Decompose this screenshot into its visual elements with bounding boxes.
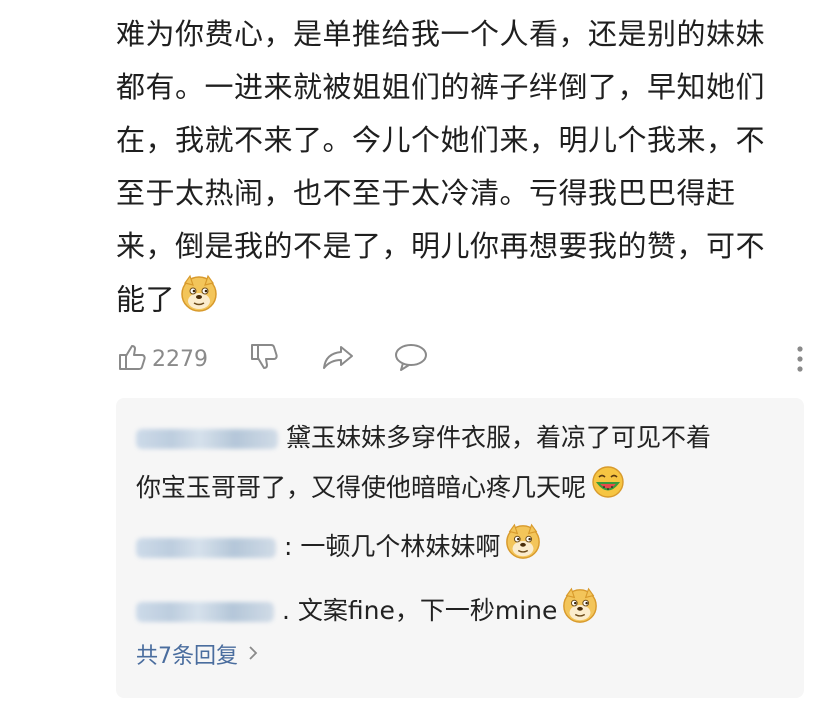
reply-text: : 一顿几个林妹妹啊 [284, 532, 501, 561]
post-line: 在，我就不来了。今儿个她们来，明儿个我来，不 [116, 123, 766, 157]
share-icon [321, 341, 355, 377]
post-line-text: 能了 [116, 282, 176, 317]
reply-item-continued: 你宝玉哥哥了，又得使他暗暗心疼几天呢 [136, 464, 626, 514]
reply-text: 你宝玉哥哥了，又得使他暗暗心疼几天呢 [136, 473, 587, 502]
action-bar: 2279 [116, 337, 806, 381]
blurred-username[interactable] [136, 602, 274, 622]
like-button[interactable]: 2279 [116, 337, 208, 381]
view-all-replies-label: 共7条回复 [136, 644, 238, 669]
reply-item[interactable]: . 文案fine，下一秒mine [136, 586, 599, 638]
like-count: 2279 [152, 346, 208, 372]
more-options-button[interactable] [794, 343, 806, 379]
doge-emoji-icon [504, 522, 542, 574]
comment-icon [393, 341, 429, 377]
thumbs-down-icon [248, 341, 280, 377]
blurred-username[interactable] [136, 429, 278, 449]
doge-emoji-icon [179, 273, 219, 330]
thumbs-up-icon [116, 341, 148, 377]
post-line-last: 能了 [116, 273, 796, 330]
post-line: 都有。一进来就被姐姐们的裤子绊倒了，早知她们 [116, 70, 766, 104]
reply-preview-box[interactable]: 黛玉妹妹多穿件衣服，着凉了可见不着 你宝玉哥哥了，又得使他暗暗心疼几天呢 : 一… [116, 398, 804, 698]
reply-text: . 文案fine，下一秒mine [282, 596, 558, 625]
reply-item[interactable]: 黛玉妹妹多穿件衣服，着凉了可见不着 [136, 416, 711, 460]
doge-emoji-icon [561, 586, 599, 638]
comment-button[interactable] [393, 337, 429, 381]
post-body: 难为你费心，是单推给我一个人看，还是别的妹妹 都有。一进来就被姐姐们的裤子绊倒了… [116, 8, 796, 330]
post-line: 难为你费心，是单推给我一个人看，还是别的妹妹 [116, 17, 766, 51]
reply-item[interactable]: : 一顿几个林妹妹啊 [136, 522, 542, 574]
watermelon-laugh-emoji-icon [590, 464, 626, 514]
post-line: 至于太热闹，也不至于太冷清。亏得我巴巴得赶 [116, 176, 736, 210]
blurred-username[interactable] [136, 538, 276, 558]
post-line: 来，倒是我的不是了，明儿你再想要我的赞，可不 [116, 229, 766, 263]
more-vertical-icon [794, 346, 806, 379]
dislike-button[interactable] [248, 337, 280, 381]
chevron-right-icon [248, 642, 258, 667]
view-all-replies-link[interactable]: 共7条回复 [136, 638, 258, 670]
reply-text: 黛玉妹妹多穿件衣服，着凉了可见不着 [286, 423, 712, 452]
share-button[interactable] [321, 337, 355, 381]
